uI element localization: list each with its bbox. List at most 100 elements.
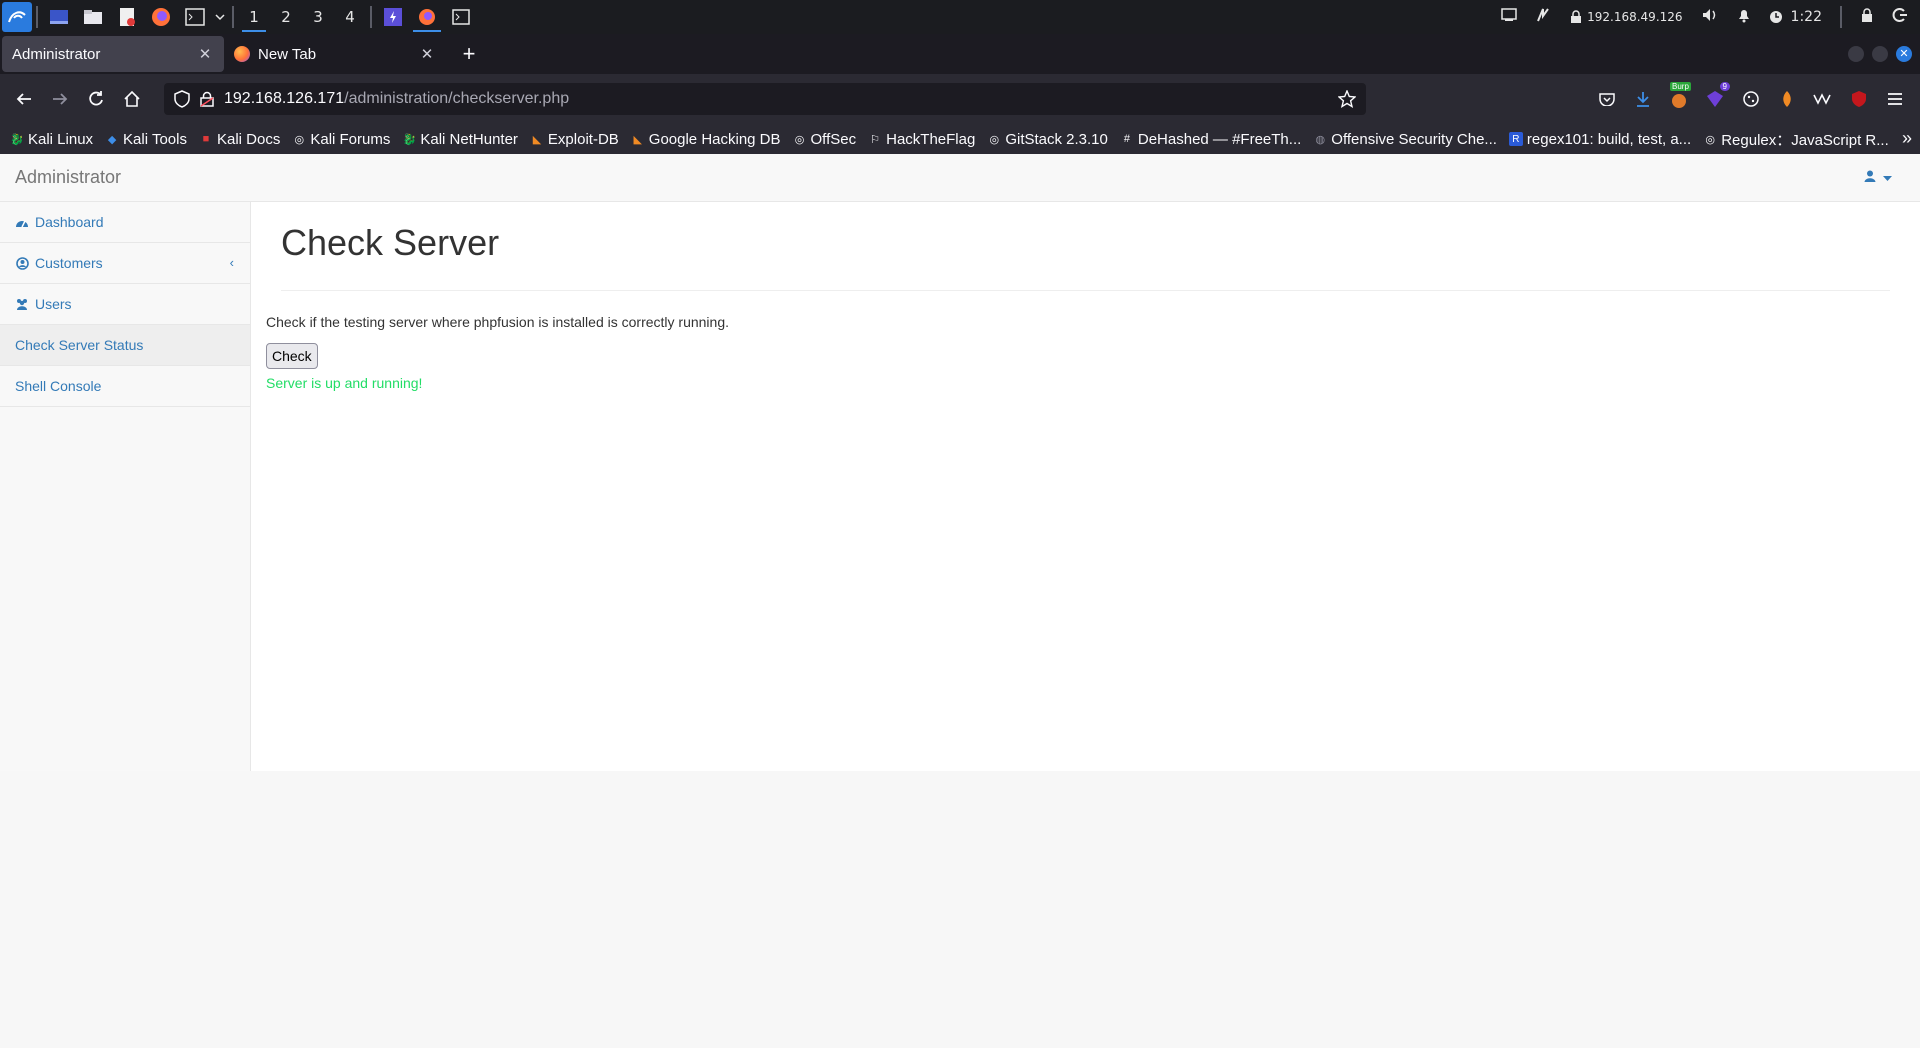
bookmark-item[interactable]: ◣ Google Hacking DB <box>631 131 781 148</box>
workspace-2[interactable]: 2 <box>270 0 302 34</box>
bookmark-item[interactable]: ◍ Offensive Security Che... <box>1313 131 1496 148</box>
clock-icon <box>1769 11 1782 23</box>
sidebar-item-users[interactable]: Users <box>0 284 250 325</box>
tab-new-tab[interactable]: New Tab ✕ <box>224 36 446 72</box>
new-tab-button[interactable]: + <box>456 41 482 67</box>
network-status[interactable]: 192.168.49.126 <box>1569 10 1683 24</box>
app-brand[interactable]: Administrator <box>15 167 121 188</box>
tab-administrator[interactable]: Administrator ✕ <box>2 36 224 72</box>
show-desktop-icon[interactable] <box>47 5 71 29</box>
minimize-window-button[interactable] <box>1848 46 1864 62</box>
bookmark-label: Kali Tools <box>123 130 187 148</box>
text-editor-icon[interactable] <box>115 5 139 29</box>
extension-purple-icon[interactable]: 9 <box>1704 82 1730 110</box>
sidebar-item-shell-console[interactable]: Shell Console <box>0 366 250 407</box>
forward-button[interactable] <box>42 81 78 117</box>
home-button[interactable] <box>114 81 150 117</box>
task-terminal-icon[interactable] <box>444 0 478 34</box>
bookmark-label: Regulex：JavaScript R... <box>1721 131 1889 149</box>
firefox-launcher-icon[interactable] <box>149 5 173 29</box>
user-menu-dropdown[interactable] <box>1864 170 1892 185</box>
globe-icon: ◎ <box>294 133 305 146</box>
logout-icon[interactable] <box>1892 7 1908 27</box>
chevron-down-icon[interactable] <box>214 5 226 29</box>
close-window-button[interactable]: ✕ <box>1896 46 1912 62</box>
clock[interactable]: 1:22 <box>1769 9 1822 25</box>
foxyproxy-burp-icon[interactable]: Burp <box>1668 82 1691 110</box>
user-circle-icon <box>15 256 29 270</box>
home-icon <box>124 90 140 107</box>
lock-icon[interactable] <box>200 91 214 107</box>
bookmark-label: regex101: build, test, a... <box>1526 130 1692 148</box>
maximize-window-button[interactable] <box>1872 46 1888 62</box>
sidebar-item-customers[interactable]: Customers ‹ <box>0 243 250 284</box>
hamburger-menu-icon[interactable] <box>1884 88 1906 110</box>
bookmark-item[interactable]: ◎ Kali Forums <box>292 131 391 148</box>
screen-icon[interactable] <box>1501 8 1517 26</box>
ublock-origin-icon[interactable] <box>1848 88 1870 110</box>
globe-icon: ◎ <box>989 133 1000 146</box>
arrow-left-icon <box>16 93 31 105</box>
lock-screen-icon[interactable] <box>1860 7 1874 27</box>
shield-icon[interactable] <box>174 90 190 108</box>
workspace-4[interactable]: 4 <box>334 0 366 34</box>
bookmark-item[interactable]: 🐉 Kali NetHunter <box>402 131 518 148</box>
kali-docs-icon: ■ <box>202 133 210 145</box>
reload-button[interactable] <box>78 81 114 117</box>
notification-bell-icon[interactable] <box>1737 7 1751 27</box>
downloads-icon[interactable] <box>1632 88 1654 110</box>
extension-badge-count: 9 <box>1719 82 1730 91</box>
sidebar-item-label: Check Server Status <box>15 337 144 353</box>
check-button[interactable]: Check <box>266 343 318 369</box>
volume-icon[interactable] <box>1701 7 1719 27</box>
dashboard-icon <box>15 215 29 229</box>
caret-down-icon <box>1883 176 1892 181</box>
url-path: /administration/checkserver.php <box>344 90 570 107</box>
bookmark-item[interactable]: ◎ Regulex：JavaScript R... <box>1703 129 1889 150</box>
main-content: Check Server Check if the testing server… <box>251 202 1920 771</box>
terminal-launcher-icon[interactable] <box>183 5 207 29</box>
kali-menu-icon[interactable] <box>2 2 32 32</box>
address-bar[interactable]: 192.168.126.171/administration/checkserv… <box>164 83 1366 115</box>
power-manager-icon[interactable] <box>1535 7 1551 27</box>
bookmark-item[interactable]: ⚐ HackTheFlag <box>868 131 975 148</box>
sidebar-item-dashboard[interactable]: Dashboard <box>0 202 250 243</box>
bookmark-label: HackTheFlag <box>886 130 976 148</box>
bookmark-item[interactable]: ■ Kali Docs <box>199 131 281 148</box>
browser-tab-strip: Administrator ✕ New Tab ✕ + ✕ <box>0 34 1920 74</box>
workspace-3[interactable]: 3 <box>302 0 334 34</box>
bookmark-item[interactable]: ◎ GitStack 2.3.10 <box>987 131 1108 148</box>
sidebar-item-label: Shell Console <box>15 378 102 394</box>
bookmark-item[interactable]: 🐉 Kali Linux <box>10 131 93 148</box>
bookmark-label: Kali Linux <box>28 130 94 148</box>
bookmark-label: Kali NetHunter <box>420 130 518 148</box>
app-top-navbar: Administrator <box>0 154 1920 202</box>
task-firefox-icon[interactable] <box>410 0 444 34</box>
back-button[interactable] <box>6 81 42 117</box>
bookmark-star-icon[interactable] <box>1338 90 1356 108</box>
flag-icon: ⚐ <box>870 133 881 146</box>
task-burp-icon[interactable] <box>376 0 410 34</box>
hacktools-icon[interactable] <box>1776 88 1798 110</box>
wappalyzer-icon[interactable] <box>1812 88 1834 110</box>
bookmark-label: Google Hacking DB <box>648 130 781 148</box>
chevron-double-right-icon[interactable]: » <box>1902 128 1912 149</box>
cookie-editor-icon[interactable] <box>1740 88 1762 110</box>
file-manager-icon[interactable] <box>81 5 105 29</box>
web-page: Administrator Dashboard Customers ‹ User… <box>0 154 1920 1048</box>
close-tab-icon[interactable]: ✕ <box>196 45 214 63</box>
arrow-right-icon <box>53 93 68 105</box>
sidebar-item-check-server-status[interactable]: Check Server Status <box>0 325 250 366</box>
page-description: Check if the testing server where phpfus… <box>266 314 729 330</box>
chevron-left-icon[interactable]: ‹ <box>230 255 234 270</box>
bookmark-item[interactable]: ◎ OffSec <box>793 131 856 148</box>
url-host: 192.168.126.171 <box>224 90 345 107</box>
bookmark-item[interactable]: ◣ Exploit-DB <box>530 131 619 148</box>
bookmark-item[interactable]: # DeHashed — #FreeTh... <box>1120 131 1301 148</box>
close-tab-icon[interactable]: ✕ <box>418 45 436 63</box>
workspace-1[interactable]: 1 <box>238 0 270 34</box>
clock-time: 1:22 <box>1790 9 1822 25</box>
bookmark-item[interactable]: Rregex101: build, test, a... <box>1508 130 1692 148</box>
pocket-icon[interactable] <box>1596 88 1618 110</box>
bookmark-item[interactable]: ◆ Kali Tools <box>105 131 187 148</box>
